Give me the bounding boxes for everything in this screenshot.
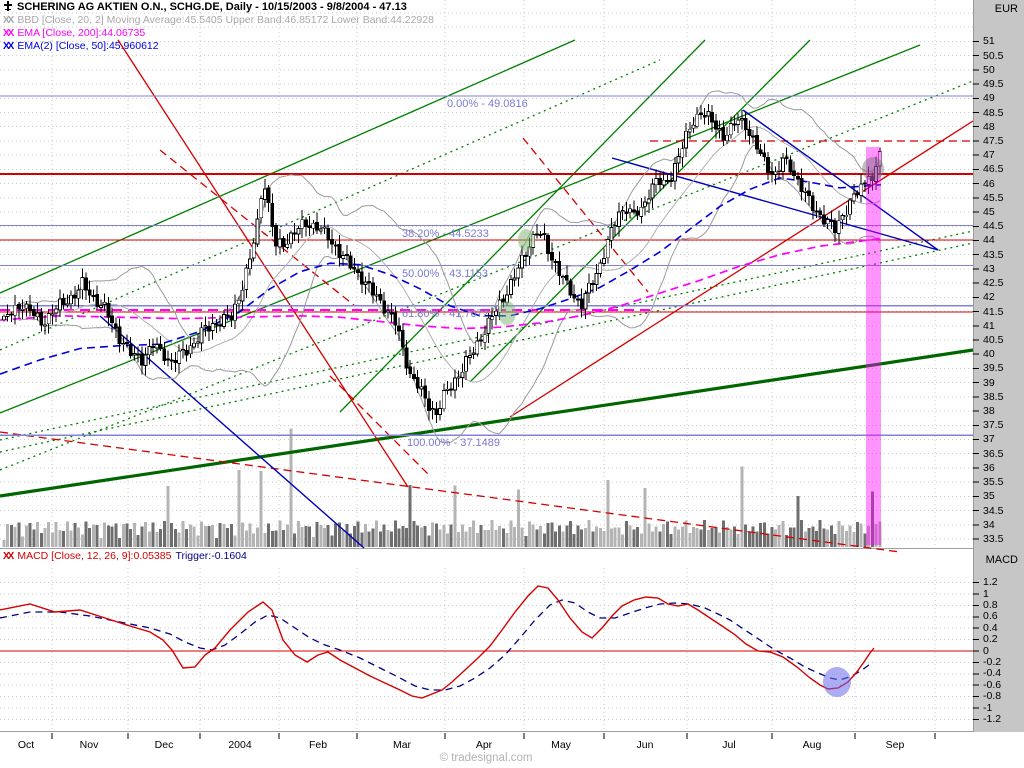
month-label: Jun — [636, 739, 654, 751]
price-tick-label: 48 — [983, 120, 995, 133]
fib-level-label: 38.20% - 44.5233 — [402, 227, 489, 240]
macd-tick-label: -0.8 — [983, 690, 1002, 703]
macd-tick-label: -0.6 — [983, 678, 1002, 691]
price-tick-label: 43 — [983, 262, 995, 275]
price-tick-label: 33.5 — [983, 532, 1004, 545]
price-tick-label: 37.5 — [983, 419, 1004, 432]
macd-tick-label: 0.6 — [983, 610, 998, 623]
chart-title-row[interactable]: SCHERING AG AKTIEN O.N., SCHG.DE, Daily … — [3, 1, 434, 14]
price-tick-label: 44.5 — [983, 220, 1004, 233]
price-tick-label: 42 — [983, 291, 995, 304]
indicator-xx-icon: XX — [3, 15, 14, 26]
macd-tick-label: 1.2 — [983, 576, 998, 589]
price-tick-label: 38.5 — [983, 390, 1004, 403]
price-tick-label: 45 — [983, 206, 995, 219]
indicator-label: BBD [Close, 20, 2] Moving Average:45.540… — [17, 14, 434, 26]
price-tick-label: 50 — [983, 63, 995, 76]
chart-canvas[interactable] — [0, 0, 1024, 768]
macd-legend[interactable]: XX MACD [Close, 12, 26, 9]:0.05385 Trigger… — [3, 550, 251, 562]
month-label: Nov — [79, 739, 99, 751]
price-tick-label: 36 — [983, 461, 995, 474]
indicator-legend-ema200[interactable]: XX EMA [Close, 200]:44.06735 — [3, 27, 434, 40]
price-tick-label: 39 — [983, 376, 995, 389]
macd-trigger-label: Trigger:-0.1604 — [175, 550, 247, 562]
indicator-xx-icon: XX — [3, 41, 14, 52]
price-tick-label: 47 — [983, 149, 995, 162]
macd-tick-label: -1 — [983, 701, 993, 714]
price-tick-label: 39.5 — [983, 362, 1004, 375]
month-label: 2004 — [228, 739, 252, 751]
price-tick-label: 41 — [983, 319, 995, 332]
price-tick-label: 40 — [983, 348, 995, 361]
macd-tick-label: 0.2 — [983, 633, 998, 646]
indicator-label: EMA [Close, 200]:44.06735 — [17, 27, 146, 39]
price-tick-label: 50.5 — [983, 49, 1004, 62]
price-tick-label: 51 — [983, 35, 995, 48]
macd-tick-label: -1.2 — [983, 712, 1002, 725]
macd-tick-label: 0 — [983, 644, 989, 657]
indicator-label: EMA(2) [Close, 50]:45.960612 — [17, 40, 159, 52]
fib-level-label: 50.00% - 43.1153 — [402, 267, 489, 280]
price-tick-label: 34 — [983, 518, 995, 531]
indicator-legend-bollinger[interactable]: XX BBD [Close, 20, 2] Moving Average:45.5… — [3, 14, 434, 27]
indicator-xx-icon: XX — [3, 28, 14, 39]
month-label: Feb — [308, 739, 328, 751]
month-label: Oct — [17, 739, 35, 751]
fib-level-label: 0.00% - 49.0816 — [447, 98, 528, 110]
price-axis-title: EUR — [994, 3, 1018, 15]
chart-title: SCHERING AG AKTIEN O.N., SCHG.DE, Daily … — [17, 1, 407, 13]
price-tick-label: 36.5 — [983, 447, 1004, 460]
price-tick-label: 48.5 — [983, 106, 1004, 119]
month-label: Sep — [885, 739, 905, 751]
chart-pin-icon — [3, 1, 13, 11]
price-tick-label: 47.5 — [983, 134, 1004, 147]
month-label: Aug — [802, 739, 822, 751]
price-tick-label: 37 — [983, 433, 995, 446]
price-tick-label: 40.5 — [983, 333, 1004, 346]
price-tick-label: 34.5 — [983, 504, 1004, 517]
price-tick-label: 42.5 — [983, 277, 1004, 290]
macd-tick-label: -0.2 — [983, 655, 1002, 668]
month-label: Apr — [475, 739, 493, 751]
fib-level-label: 100.00% - 37.1489 — [407, 437, 500, 450]
price-tick-label: 35.5 — [983, 476, 1004, 489]
macd-tick-label: 0.4 — [983, 621, 998, 634]
macd-tick-label: 1 — [983, 587, 989, 600]
price-tick-label: 49.5 — [983, 78, 1004, 91]
macd-label: MACD [Close, 12, 26, 9]:0.05385 — [17, 550, 172, 562]
price-tick-label: 45.5 — [983, 191, 1004, 204]
tradesignal-chart-window: SCHERING AG AKTIEN O.N., SCHG.DE, Daily … — [0, 0, 1024, 768]
month-label: Jul — [722, 739, 736, 751]
chart-legend: SCHERING AG AKTIEN O.N., SCHG.DE, Daily … — [3, 1, 434, 53]
price-tick-label: 43.5 — [983, 248, 1004, 261]
price-tick-label: 49 — [983, 92, 995, 105]
macd-tick-label: 0.8 — [983, 598, 998, 611]
price-tick-label: 35 — [983, 490, 995, 503]
month-label: Mar — [392, 739, 412, 751]
macd-axis-title: MACD — [985, 554, 1018, 566]
price-tick-label: 41.5 — [983, 305, 1004, 318]
price-tick-label: 46 — [983, 177, 995, 190]
price-tick-label: 38 — [983, 405, 995, 418]
fib-level-label: 61.80% - 41.7072 — [402, 307, 489, 320]
price-tick-label: 44 — [983, 234, 995, 247]
month-label: Dec — [154, 739, 174, 751]
macd-tick-label: -0.4 — [983, 667, 1002, 680]
indicator-xx-icon: XX — [3, 551, 14, 562]
month-label: May — [551, 739, 571, 751]
price-tick-label: 46.5 — [983, 163, 1004, 176]
watermark: © tradesignal.com — [439, 752, 533, 764]
indicator-legend-ema50[interactable]: XX EMA(2) [Close, 50]:45.960612 — [3, 40, 434, 53]
